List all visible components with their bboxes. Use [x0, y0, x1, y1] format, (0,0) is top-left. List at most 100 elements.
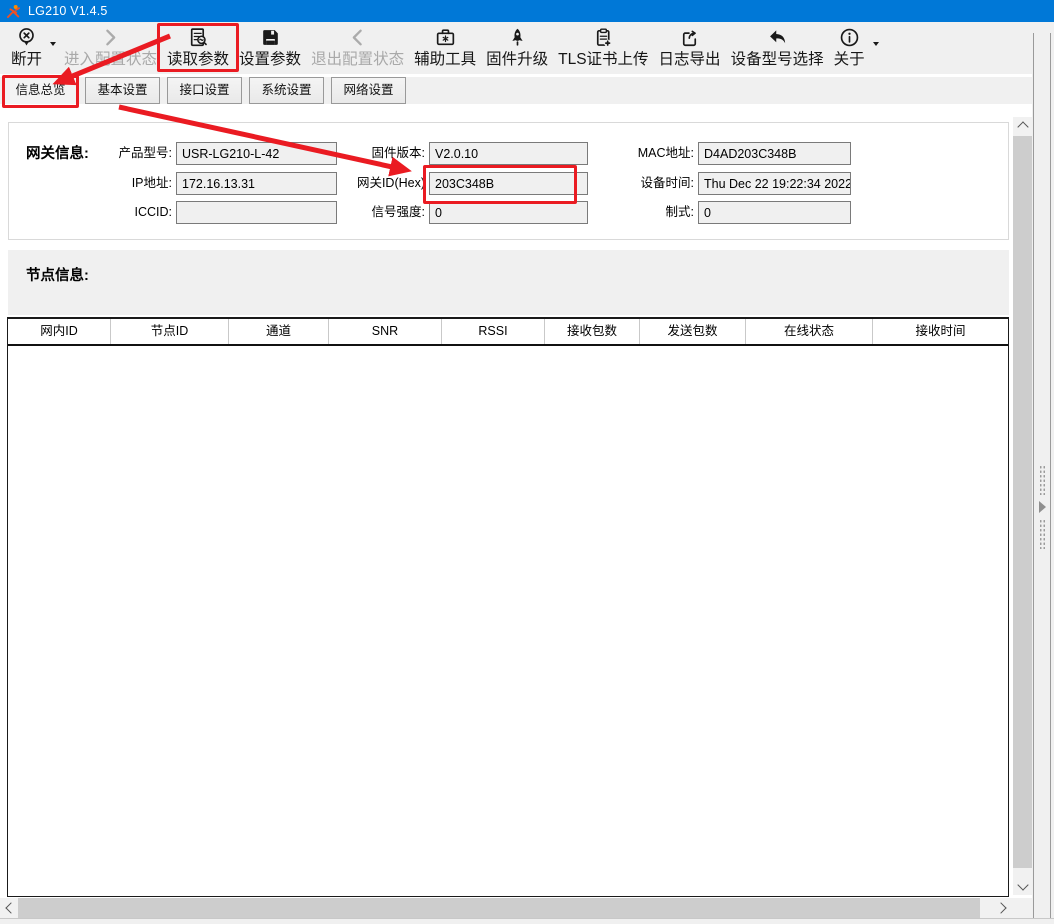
pin-x-icon — [15, 26, 38, 49]
toolbar: 断开 进入配置状态 读取参数 — [0, 22, 1054, 74]
table-column-header[interactable]: 网内ID — [8, 319, 111, 344]
tab-network-settings[interactable]: 网络设置 — [331, 77, 406, 104]
device-model-select-button[interactable]: 设备型号选择 — [726, 25, 829, 70]
tab-interface-settings[interactable]: 接口设置 — [167, 77, 242, 104]
table-column-header[interactable]: SNR — [329, 319, 442, 344]
app-window: LG210 V1.4.5 断开 进入配置状态 — [0, 0, 1054, 924]
vertical-scroll-thumb[interactable] — [1013, 136, 1032, 868]
field-label: IP地址: — [40, 172, 172, 195]
signal-strength-input[interactable] — [429, 201, 588, 224]
field-label: ICCID: — [40, 201, 172, 224]
tab-basic-settings[interactable]: 基本设置 — [85, 77, 160, 104]
node-info-band — [8, 250, 1009, 315]
grip-dots-icon — [1039, 519, 1046, 549]
field-label: 设备时间: — [584, 172, 694, 195]
firmware-upgrade-button[interactable]: 固件升级 — [481, 25, 553, 70]
tls-cert-upload-button[interactable]: TLS证书上传 — [553, 25, 653, 70]
field-label: 产品型号: — [40, 142, 172, 165]
table-column-header[interactable]: 通道 — [229, 319, 329, 344]
expand-right-icon — [1039, 501, 1046, 513]
info-icon — [838, 26, 861, 49]
ip-address-input[interactable] — [176, 172, 337, 195]
panel-border-line — [1050, 33, 1051, 918]
window-bottom-edge — [0, 918, 1054, 924]
scroll-down-button[interactable] — [1013, 878, 1032, 895]
exit-config-button: 退出配置状态 — [306, 25, 409, 70]
scroll-up-button[interactable] — [1013, 117, 1032, 134]
enter-config-button: 进入配置状态 — [59, 25, 162, 70]
panel-border-line — [1033, 33, 1034, 918]
caret-down-icon — [873, 42, 879, 49]
gateway-id-input[interactable] — [429, 172, 588, 195]
table-column-header[interactable]: 接收包数 — [545, 319, 640, 344]
set-params-button[interactable]: 设置参数 — [234, 25, 306, 70]
toolbar-item-label: 关于 — [834, 50, 865, 69]
toolbar-item-label: 设置参数 — [239, 50, 301, 69]
table-column-header[interactable]: 发送包数 — [640, 319, 746, 344]
caret-down-icon — [50, 42, 56, 49]
tab-bar: 信息总览 基本设置 接口设置 系统设置 网络设置 — [0, 77, 1054, 104]
node-table-body — [8, 346, 1008, 899]
toolbar-item-label: 固件升级 — [486, 50, 548, 69]
content-pane: 网关信息: 产品型号: 固件版本: MAC地址: IP地址: 网关ID(Hex)… — [0, 104, 1013, 898]
node-table-header: 网内ID 节点ID 通道 SNR RSSI 接收包数 发送包数 在线状态 接收时… — [8, 319, 1008, 346]
scrollbar-corner — [1013, 898, 1032, 918]
chevron-right-icon — [99, 26, 122, 49]
rocket-icon — [506, 26, 529, 49]
about-button[interactable]: 关于 — [829, 25, 870, 70]
node-info-title: 节点信息: — [26, 264, 89, 285]
read-params-button[interactable]: 读取参数 — [162, 25, 234, 70]
tab-info-overview[interactable]: 信息总览 — [3, 77, 78, 105]
table-column-header[interactable]: 节点ID — [111, 319, 229, 344]
chevron-right-icon — [995, 902, 1006, 913]
toolbar-item-label: 读取参数 — [167, 50, 229, 69]
table-column-header[interactable]: 接收时间 — [873, 319, 1008, 344]
vertical-scrollbar[interactable] — [1013, 117, 1032, 895]
field-label: 制式: — [584, 201, 694, 224]
firmware-version-input[interactable] — [429, 142, 588, 165]
toolbar-item-label: 日志导出 — [659, 50, 721, 69]
toolbar-item-label: 辅助工具 — [414, 50, 476, 69]
scroll-left-button[interactable] — [0, 898, 18, 918]
product-model-input[interactable] — [176, 142, 337, 165]
iccid-input[interactable] — [176, 201, 337, 224]
disconnect-button[interactable]: 断开 — [6, 25, 47, 70]
toolbar-item-label: 设备型号选择 — [731, 50, 824, 69]
network-standard-input[interactable] — [698, 201, 851, 224]
title-bar: LG210 V1.4.5 — [0, 0, 1054, 22]
tab-system-settings[interactable]: 系统设置 — [249, 77, 324, 104]
clipboard-plus-icon — [592, 26, 615, 49]
toolbox-icon — [434, 26, 457, 49]
chevron-left-icon — [5, 902, 16, 913]
mac-address-input[interactable] — [698, 142, 851, 165]
disconnect-dropdown[interactable] — [47, 42, 59, 49]
doc-search-icon — [187, 26, 210, 49]
field-label: 信号强度: — [315, 201, 425, 224]
toolbar-item-label: 断开 — [11, 50, 42, 69]
toolbar-item-label: TLS证书上传 — [558, 50, 648, 69]
right-panel-strip — [1032, 22, 1054, 918]
log-export-button[interactable]: 日志导出 — [654, 25, 726, 70]
horizontal-scrollbar[interactable] — [0, 898, 1013, 918]
save-icon — [259, 26, 282, 49]
field-label: 固件版本: — [315, 142, 425, 165]
app-logo-icon — [6, 4, 21, 19]
window-title: LG210 V1.4.5 — [28, 4, 108, 18]
grip-dots-icon — [1039, 465, 1046, 495]
device-time-input[interactable] — [698, 172, 851, 195]
chevron-down-icon — [1017, 879, 1028, 890]
field-label: MAC地址: — [584, 142, 694, 165]
aux-tools-button[interactable]: 辅助工具 — [409, 25, 481, 70]
horizontal-scroll-thumb[interactable] — [18, 898, 980, 918]
table-column-header[interactable]: RSSI — [442, 319, 545, 344]
export-icon — [678, 26, 701, 49]
scroll-right-button[interactable] — [993, 898, 1011, 918]
toolbar-item-label: 进入配置状态 — [64, 50, 157, 69]
field-label: 网关ID(Hex) — [315, 172, 425, 195]
chevron-up-icon — [1017, 121, 1028, 132]
toolbar-item-label: 退出配置状态 — [311, 50, 404, 69]
table-column-header[interactable]: 在线状态 — [746, 319, 873, 344]
panel-splitter-handle[interactable] — [1037, 465, 1049, 555]
about-dropdown[interactable] — [870, 42, 882, 49]
back-arrow-icon — [766, 26, 789, 49]
